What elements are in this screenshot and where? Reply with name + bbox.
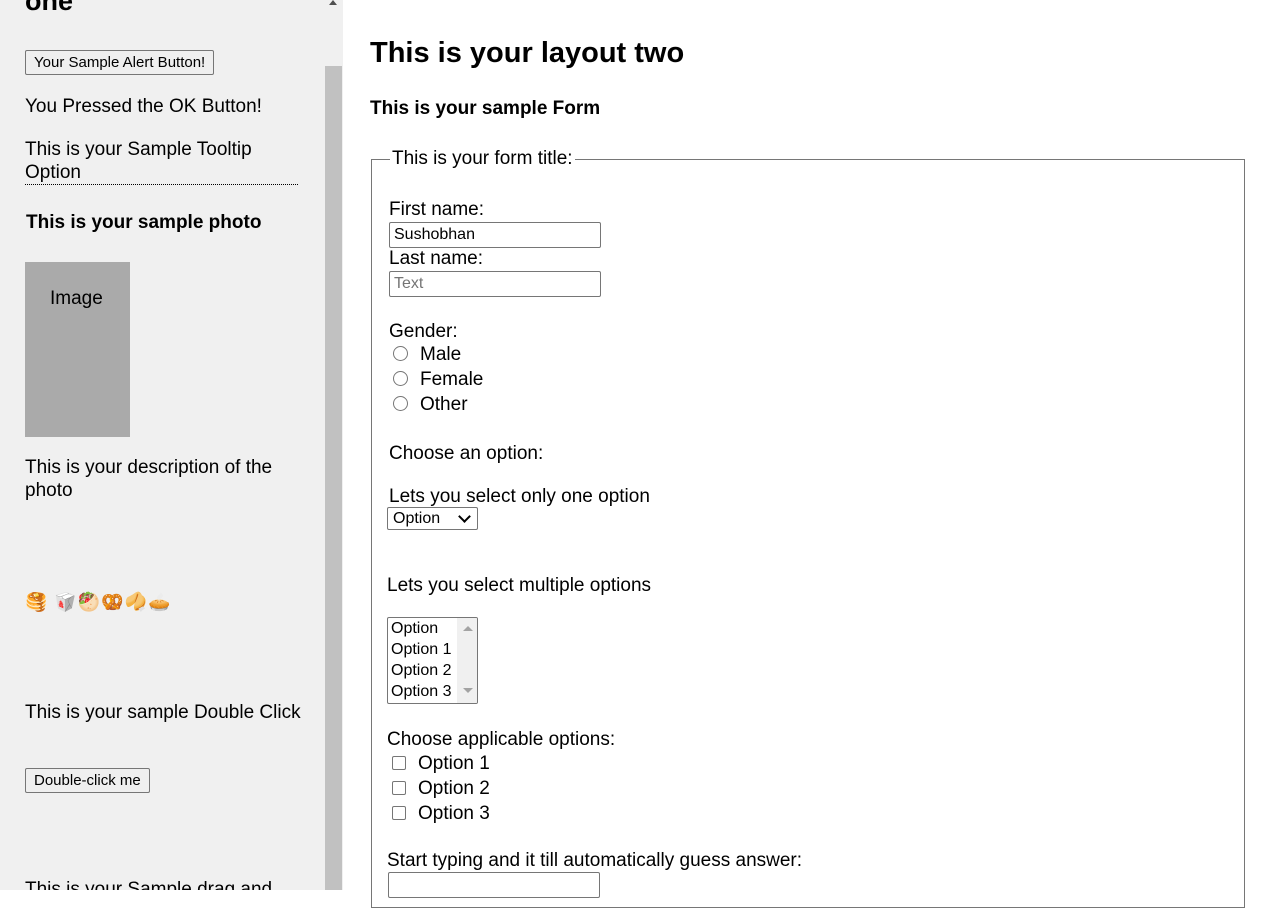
gender-option-other[interactable]: Other	[393, 394, 468, 416]
layout-two-title: This is your layout two	[370, 37, 685, 69]
scroll-up-arrow-icon[interactable]	[463, 626, 473, 631]
autocomplete-label: Start typing and it till automatically g…	[387, 850, 803, 871]
autocomplete-input[interactable]	[388, 872, 600, 898]
double-click-heading: This is your sample Double Click	[25, 702, 301, 723]
photo-placeholder-text: Image	[50, 288, 103, 309]
tooltip-option[interactable]: This is your Sample Tooltip Option	[25, 138, 298, 185]
double-click-button[interactable]: Double-click me	[25, 768, 150, 793]
radio-button[interactable]	[393, 396, 408, 411]
scroll-up-arrow-icon[interactable]	[329, 0, 337, 5]
sample-form-heading: This is your sample Form	[370, 98, 601, 119]
checkbox[interactable]	[392, 780, 406, 795]
photo-heading: This is your sample photo	[26, 212, 262, 233]
radio-button[interactable]	[393, 346, 408, 361]
layout-one-panel: one Your Sample Alert Button! You Presse…	[0, 0, 343, 890]
layout-two-panel: This is your layout two This is your sam…	[370, 0, 1250, 908]
multi-select-label: Lets you select multiple options	[387, 575, 652, 596]
multi-select-scrollbar[interactable]	[457, 618, 477, 703]
left-panel-scrollbar[interactable]	[325, 0, 343, 890]
sample-form: This is your form title: First name: Las…	[371, 148, 1245, 908]
first-name-label: First name:	[389, 199, 485, 220]
select-value: Option	[393, 509, 441, 527]
chevron-down-icon	[458, 510, 471, 523]
radio-button[interactable]	[393, 371, 408, 386]
checkbox-label: Option 2	[418, 778, 490, 799]
sample-alert-button[interactable]: Your Sample Alert Button!	[25, 50, 215, 75]
multi-option-select[interactable]: Option Option 1 Option 2 Option 3	[387, 617, 478, 704]
last-name-input[interactable]	[389, 271, 601, 297]
scrollbar-thumb[interactable]	[325, 66, 342, 890]
single-select-label: Lets you select only one option	[389, 486, 650, 507]
form-legend: This is your form title:	[392, 148, 573, 169]
radio-label: Male	[420, 344, 462, 365]
checkbox-option-2[interactable]: Option 2	[392, 778, 490, 800]
single-option-select[interactable]: Option	[387, 507, 478, 530]
drag-heading: This is your Sample drag and	[25, 879, 273, 890]
checkbox[interactable]	[392, 805, 406, 820]
gender-label: Gender:	[389, 321, 458, 342]
last-name-label: Last name:	[389, 248, 483, 269]
checkbox-label: Option 3	[418, 803, 490, 824]
layout-one-title: one	[25, 0, 74, 16]
food-emoji-row: 🥞 🥡🥙🥨🥠🥧	[25, 592, 172, 612]
gender-option-female[interactable]: Female	[393, 369, 483, 391]
choose-option-label: Choose an option:	[389, 443, 544, 464]
alert-result-text: You Pressed the OK Button!	[25, 96, 262, 117]
photo-description: This is your description of the photo	[25, 457, 273, 501]
radio-label: Female	[420, 369, 484, 390]
checkbox-label: Option 1	[418, 753, 490, 774]
radio-label: Other	[420, 394, 468, 415]
checkbox-option-3[interactable]: Option 3	[392, 803, 490, 825]
first-name-input[interactable]	[389, 222, 601, 248]
checkbox-option-1[interactable]: Option 1	[392, 753, 490, 775]
checkbox-group-label: Choose applicable options:	[387, 729, 616, 750]
gender-option-male[interactable]: Male	[393, 344, 461, 366]
sample-photo: Image	[25, 262, 130, 437]
checkbox[interactable]	[392, 755, 406, 770]
scroll-down-arrow-icon[interactable]	[463, 688, 473, 693]
